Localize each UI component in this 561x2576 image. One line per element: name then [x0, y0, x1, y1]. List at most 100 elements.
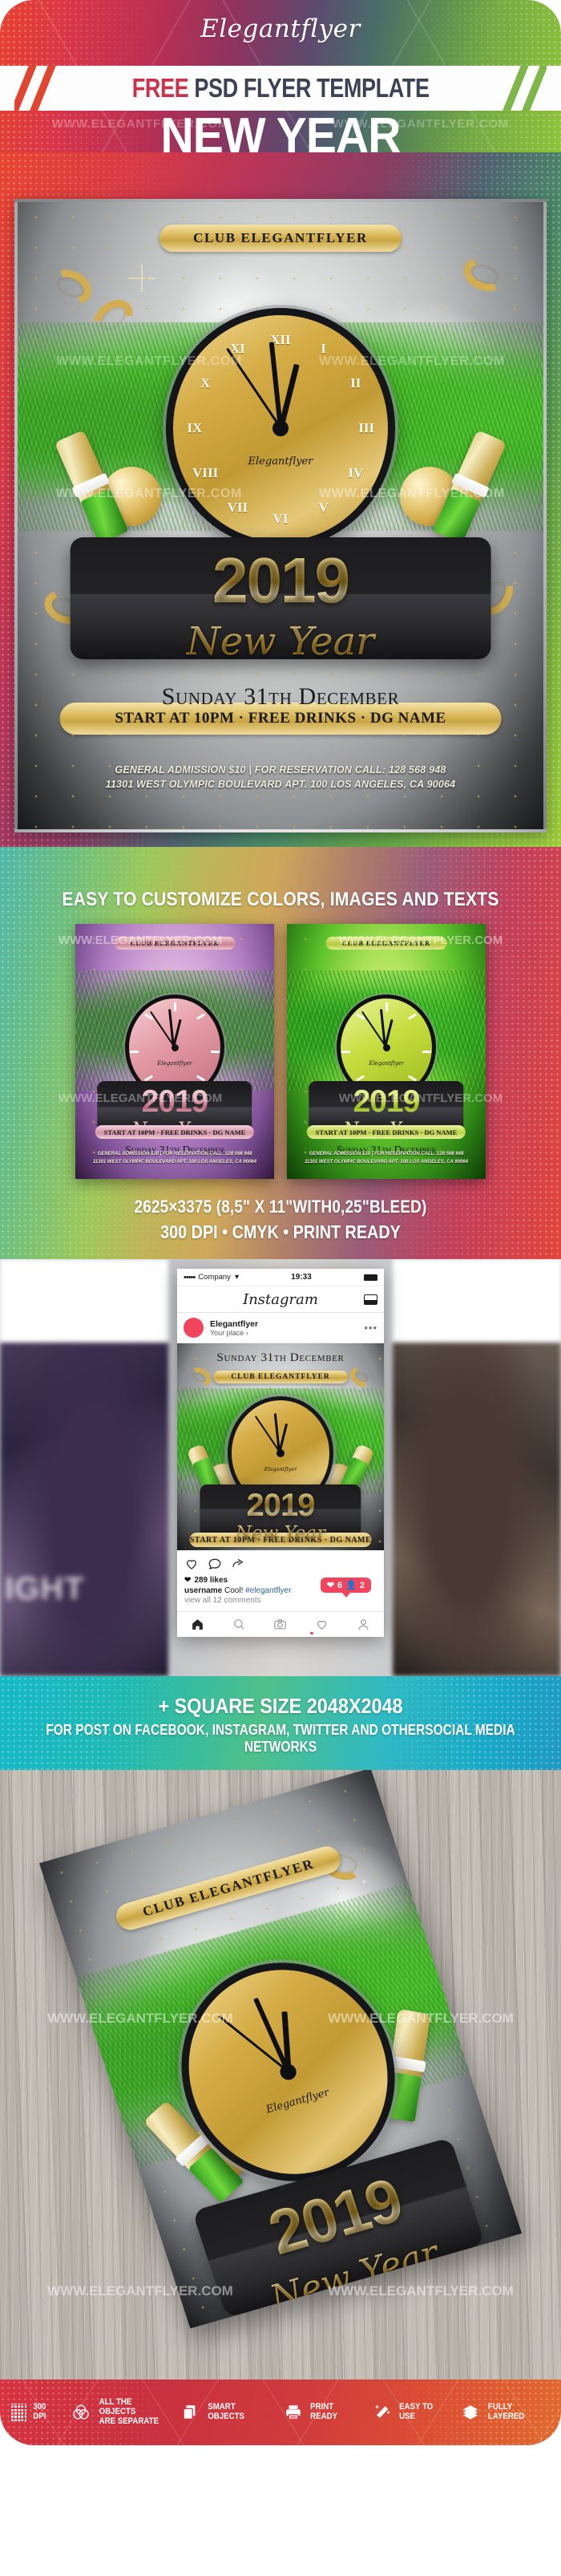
event-address: GENERAL ADMISSION $10 | FOR RESERVATION … — [93, 1152, 256, 1164]
brand-logo: Elegantflyer — [200, 14, 361, 43]
post-actions — [177, 1550, 384, 1574]
post-location[interactable]: Your place › — [210, 1329, 364, 1337]
background-photo-right — [393, 1259, 561, 1676]
year-text: 2019 — [177, 1489, 384, 1521]
spec-print: 300 DPI • CMYK • PRINT READY — [160, 1221, 401, 1242]
more-options-icon[interactable]: ••• — [364, 1322, 377, 1334]
background-photo-left: IGHT — [0, 1259, 168, 1676]
clock-brand-label: Elegantflyer — [264, 1465, 297, 1472]
main-flyer-preview[interactable]: XII I II III IV V VI VII VIII IX X XI El… — [14, 199, 547, 832]
heart-filled-icon: ❤ — [326, 1581, 335, 1590]
documents-icon — [183, 2405, 196, 2420]
venn-circles-icon — [73, 2404, 89, 2420]
feature-label: ALL THE OBJECTS ARE SEPARATE — [99, 2397, 159, 2426]
square-size-section: + SQUARE SIZE 2048X2048 FOR POST ON FACE… — [0, 1676, 561, 1770]
spec-dimensions: 2625×3375 (8,5" X 11"WITH0,25"BLEED) — [134, 1197, 427, 1217]
avatar[interactable] — [184, 1318, 204, 1338]
clock-numeral: X — [200, 375, 211, 391]
clock-numeral: III — [358, 420, 375, 435]
likes-count: 289 likes — [194, 1576, 228, 1585]
green-variant-preview[interactable]: CLUB ELEGANTFLYER Elegantflyer 2019 Sund… — [287, 924, 486, 1179]
event-address: GENERAL ADMISSION $10 | FOR RESERVATION … — [18, 763, 543, 793]
feature-smart-objects: SMART OBJECTS — [181, 2402, 273, 2422]
mockup-watermark: WWW.ELEGANTFLYER.COM WWW.ELEGANTFLYER.COM — [47, 2283, 514, 2299]
heart-filled-icon: ❤ — [184, 1576, 192, 1585]
clock-numeral: IV — [348, 465, 364, 481]
square-size-title: + SQUARE SIZE 2048X2048 — [158, 1694, 403, 1718]
year-text: 2019 — [75, 1086, 274, 1117]
post-meta: ❤ 289 likes username Cool! #elegantflyer… — [177, 1574, 384, 1611]
flyer-watermark: WWW.ELEGANTFLYER.COM WWW.ELEGANTFLYER.COM — [55, 354, 506, 368]
feature-easy-to-use: EASY TO USE — [373, 2402, 450, 2422]
mockup-watermark: WWW.ELEGANTFLYER.COM WWW.ELEGANTFLYER.COM — [47, 2011, 514, 2026]
admission-line: GENERAL ADMISSION $10 | FOR RESERVATION … — [115, 763, 446, 776]
clock-numeral: VI — [272, 510, 289, 526]
main-flyer-section: XII I II III IV V VI VII VIII IX X XI El… — [0, 152, 561, 847]
instagram-logo: Instagram — [243, 1290, 318, 1308]
instagram-phone-mockup: ••••• Company ▾ 19:33 Instagram Elegantf… — [177, 1269, 384, 1637]
band-free-word: FREE — [131, 73, 189, 103]
year-text: 2019 — [287, 1086, 486, 1117]
clock-brand-label: Elegantflyer — [248, 455, 313, 468]
printer-icon — [286, 2405, 301, 2420]
feature-label: SMART OBJECTS — [208, 2402, 244, 2421]
feature-fully-layered: FULLY LAYERED — [462, 2402, 550, 2422]
home-icon[interactable] — [191, 1618, 204, 1631]
notif-likes-count: 6 — [337, 1580, 343, 1590]
activity-badge-dot — [310, 1631, 313, 1634]
clock-numeral: VII — [227, 499, 248, 515]
clock-numeral: VIII — [192, 465, 219, 481]
customize-heading: EASY TO CUSTOMIZE COLORS, IMAGES AND TEX… — [62, 889, 499, 910]
feature-label: 300 DPI — [32, 2402, 46, 2421]
blurred-text: IGHT — [5, 1571, 85, 1606]
heart-icon[interactable] — [184, 1557, 199, 1571]
post-username[interactable]: Elegantflyer — [210, 1319, 364, 1329]
feature-300dpi: 300 DPI — [11, 2402, 61, 2422]
comment-text: Cool! — [222, 1586, 246, 1595]
band-rest-words: PSD FLYER TEMPLATE — [188, 73, 430, 103]
event-details-pill: START AT 10PM · FREE DRINKS · DG NAME — [95, 1125, 255, 1139]
search-icon[interactable] — [232, 1618, 246, 1631]
battery-icon — [364, 1274, 377, 1281]
instagram-post-image[interactable]: Sunday 31th December CLUB ELEGANTFLYER E… — [177, 1343, 384, 1550]
customize-section: EASY TO CUSTOMIZE COLORS, IMAGES AND TEX… — [0, 847, 561, 1259]
comment-hashtag[interactable]: #elegantflyer — [245, 1586, 291, 1595]
magic-wand-icon — [375, 2405, 390, 2418]
slash-decoration-right — [473, 66, 547, 111]
profile-icon[interactable] — [357, 1618, 370, 1631]
comment-icon[interactable] — [208, 1557, 222, 1571]
camera-icon[interactable] — [273, 1618, 287, 1631]
pink-variant-preview[interactable]: CLUB ELEGANTFLYER Elegantflyer 2019 Sund… — [75, 924, 274, 1179]
instagram-tabbar — [177, 1611, 384, 1637]
club-name-pill: CLUB ELEGANTFLYER — [159, 225, 402, 252]
feature-list: 300 DPI ALL THE OBJECTS ARE SEPARATE SMA… — [0, 2380, 561, 2445]
spec-block: 2625×3375 (8,5" X 11"WITH0,25"BLEED) 300… — [0, 1179, 561, 1243]
square-size-subtitle: FOR POST ON FACEBOOK, INSTAGRAM, TWITTER… — [46, 1722, 515, 1755]
grid-dpi-icon — [11, 2404, 26, 2421]
event-address: GENERAL ADMISSION $10 | FOR RESERVATION … — [305, 1152, 468, 1164]
golden-clock: XII I II III IV V VI VII VIII IX X XI El… — [166, 308, 395, 549]
feature-label: PRINT READY — [310, 2402, 338, 2421]
inbox-icon[interactable] — [364, 1294, 377, 1305]
address-line: 11301 WEST OLYMPIC BOULEVARD APT. 100 LO… — [105, 779, 456, 791]
instagram-section: IGHT ••••• Company ▾ 19:33 Instagram Ele… — [0, 1259, 561, 1676]
clock-brand-label: Elegantflyer — [157, 1059, 192, 1067]
year-text: 2019 — [18, 549, 543, 613]
person-icon: 👤 — [345, 1581, 357, 1590]
band-title: FREE PSD FLYER TEMPLATE — [132, 73, 430, 103]
event-details-pill: START AT 10PM · FREE DRINKS · DG NAME — [306, 1125, 466, 1139]
post-user-row[interactable]: Elegantflyer Your place › ••• — [177, 1313, 384, 1343]
clock-center-cap — [272, 420, 289, 436]
clock-numeral: V — [318, 499, 329, 515]
share-icon[interactable] — [231, 1557, 245, 1571]
activity-icon[interactable] — [315, 1618, 329, 1631]
color-variants-row: CLUB ELEGANTFLYER Elegantflyer 2019 Sund… — [0, 924, 561, 1179]
notif-follows-count: 2 — [359, 1580, 365, 1590]
flyer-product-page: Elegantflyer FREE PSD FLYER TEMPLATE WWW… — [0, 0, 561, 2445]
new-year-script: New Year — [177, 1523, 384, 1544]
page-title: NEW YEAR — [160, 108, 401, 152]
comment-username[interactable]: username — [184, 1586, 222, 1595]
phone-status-bar: ••••• Company ▾ 19:33 — [177, 1269, 384, 1286]
clock-numeral: IX — [187, 420, 203, 435]
notification-bubble: ❤ 6 👤 2 — [320, 1578, 371, 1598]
